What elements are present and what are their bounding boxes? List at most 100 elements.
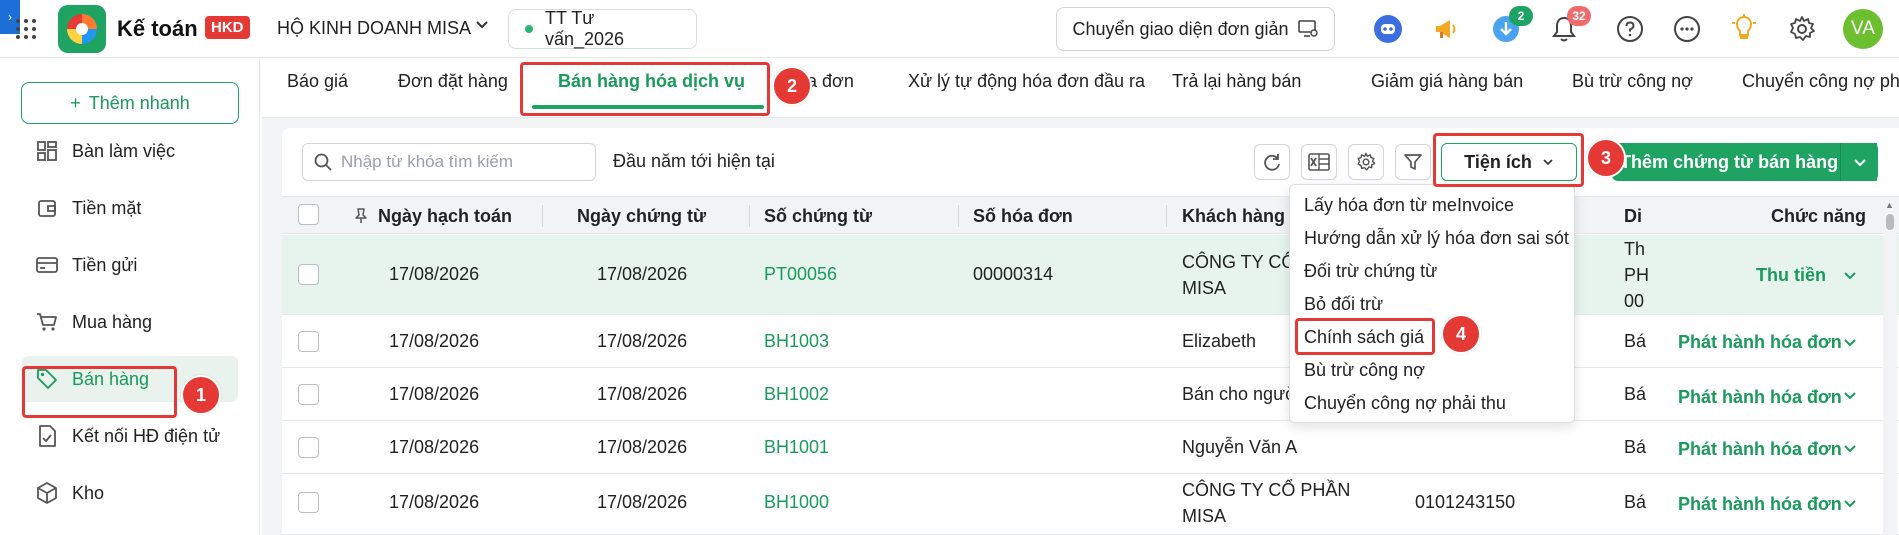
more-icon[interactable] bbox=[1670, 12, 1704, 46]
posting-date-cell: 17/08/2026 bbox=[389, 264, 480, 284]
tab-debt-offset[interactable]: Bù trừ công nợ bbox=[1572, 71, 1693, 92]
select-all-checkbox[interactable] bbox=[298, 204, 319, 225]
callout-step-4: 4 bbox=[1441, 314, 1481, 354]
column-invoice-no[interactable]: Số hóa đơn bbox=[973, 206, 1073, 227]
settings-icon bbox=[1357, 152, 1376, 171]
table-row[interactable]: 17/08/2026 17/08/2026 BH1001 Nguyễn Văn … bbox=[282, 421, 1899, 474]
collect-payment-action[interactable]: Thu tiền bbox=[1756, 265, 1826, 286]
robot-icon[interactable] bbox=[1371, 12, 1405, 46]
bell-icon[interactable]: 32 bbox=[1547, 6, 1591, 46]
chevron-down-icon[interactable] bbox=[1843, 335, 1857, 349]
column-posting-date[interactable]: Ngày hạch toán bbox=[378, 206, 512, 227]
table-row[interactable]: 17/08/2026 17/08/2026 BH1002 Bán cho ngư… bbox=[282, 368, 1899, 421]
filter-button[interactable] bbox=[1395, 144, 1431, 180]
sidebar-item-label: Tiền mặt bbox=[72, 197, 142, 218]
table-row[interactable]: 17/08/2026 17/08/2026 PT00056 00000314 C… bbox=[282, 235, 1899, 315]
chevron-down-icon[interactable] bbox=[1843, 268, 1857, 282]
menu-item-debt-offset[interactable]: Bù trừ công nợ bbox=[1304, 360, 1425, 381]
period-filter[interactable]: Đầu năm tới hiện tại bbox=[613, 151, 775, 172]
column-actions[interactable]: Chức năng bbox=[1771, 206, 1866, 227]
download-icon[interactable]: 2 bbox=[1489, 6, 1533, 46]
callout-highlight-sales bbox=[22, 366, 177, 418]
column-divider[interactable] bbox=[749, 205, 750, 227]
row-checkbox[interactable] bbox=[298, 331, 319, 352]
column-divider[interactable] bbox=[958, 205, 959, 227]
chevron-down-icon[interactable] bbox=[475, 17, 489, 36]
issue-invoice-action[interactable]: Phát hành hóa đơn bbox=[1678, 332, 1842, 353]
tab-sales-order[interactable]: Đơn đặt hàng bbox=[398, 71, 508, 92]
add-sales-voucher-button[interactable]: Thêm chứng từ bán hàng bbox=[1612, 143, 1877, 181]
add-options-button[interactable] bbox=[1840, 143, 1878, 181]
tab-quotation[interactable]: Báo giá bbox=[287, 71, 348, 92]
app-logo[interactable] bbox=[58, 5, 106, 53]
doc-date-cell: 17/08/2026 bbox=[597, 384, 688, 404]
doc-no-link[interactable]: BH1000 bbox=[764, 492, 829, 513]
doc-no-link[interactable]: BH1002 bbox=[764, 384, 829, 405]
sidebar-item-warehouse[interactable]: Kho bbox=[22, 470, 238, 516]
tab-sales-discount[interactable]: Giảm giá hàng bán bbox=[1371, 71, 1523, 92]
search-input[interactable]: Nhập từ khóa tìm kiếm bbox=[302, 143, 596, 181]
posting-date-cell: 17/08/2026 bbox=[389, 331, 480, 351]
quick-add-button[interactable]: + Thêm nhanh bbox=[21, 82, 239, 124]
lightbulb-icon[interactable] bbox=[1727, 12, 1761, 46]
notification-count-badge: 32 bbox=[1567, 6, 1591, 26]
chevron-down-icon[interactable] bbox=[1843, 441, 1857, 455]
sidebar-item-cash[interactable]: Tiền mặt bbox=[22, 185, 238, 231]
tab-auto-invoice[interactable]: Xử lý tự động hóa đơn đầu ra bbox=[908, 71, 1145, 92]
menu-item-get-meinvoice[interactable]: Lấy hóa đơn từ meInvoice bbox=[1304, 195, 1514, 216]
column-divider[interactable] bbox=[1166, 205, 1167, 227]
menu-item-offset-vouchers[interactable]: Đối trừ chứng từ bbox=[1304, 261, 1437, 282]
table-row[interactable]: 17/08/2026 17/08/2026 BH1003 Elizabeth B… bbox=[282, 315, 1899, 368]
sidebar-item-purchase[interactable]: Mua hàng bbox=[22, 299, 238, 345]
issue-invoice-action[interactable]: Phát hành hóa đơn bbox=[1678, 494, 1842, 515]
callout-highlight-price-policy bbox=[1295, 318, 1435, 355]
refresh-button[interactable] bbox=[1254, 144, 1290, 180]
unit-selector[interactable]: TT Tư vấn_2026 bbox=[508, 8, 697, 49]
sidebar-item-dashboard[interactable]: Bàn làm việc bbox=[22, 128, 238, 174]
pin-icon[interactable] bbox=[354, 208, 368, 224]
help-icon[interactable] bbox=[1613, 12, 1647, 46]
menu-item-transfer-receivable[interactable]: Chuyển công nợ phải thu bbox=[1304, 393, 1506, 414]
settings-icon[interactable] bbox=[1785, 12, 1819, 46]
row-checkbox[interactable] bbox=[298, 384, 319, 405]
menu-item-remove-offset[interactable]: Bỏ đối trừ bbox=[1304, 294, 1383, 315]
column-divider[interactable] bbox=[542, 205, 543, 227]
doc-no-link[interactable]: PT00056 bbox=[764, 264, 837, 285]
user-avatar[interactable]: VA bbox=[1843, 9, 1883, 49]
company-selector[interactable]: HỘ KINH DOANH MISA bbox=[277, 18, 471, 39]
table-row[interactable]: 17/08/2026 17/08/2026 BH1000 CÔNG TY CỔ … bbox=[282, 474, 1899, 535]
scrollbar-thumb[interactable] bbox=[1886, 214, 1894, 230]
row-checkbox[interactable] bbox=[298, 437, 319, 458]
doc-date-cell: 17/08/2026 bbox=[597, 437, 688, 457]
menu-item-invoice-error-guide[interactable]: Hướng dẫn xử lý hóa đơn sai sót bbox=[1304, 228, 1569, 249]
tab-invoice[interactable]: a đơn bbox=[807, 71, 854, 92]
tab-debt-transfer[interactable]: Chuyển công nợ ph bbox=[1742, 71, 1899, 92]
column-description[interactable]: Di bbox=[1624, 206, 1642, 227]
apps-grid-icon[interactable] bbox=[16, 19, 36, 39]
megaphone-icon[interactable] bbox=[1429, 12, 1463, 46]
doc-no-link[interactable]: BH1001 bbox=[764, 437, 829, 458]
scroll-up-icon[interactable]: ▲ bbox=[1885, 200, 1895, 210]
doc-no-link[interactable]: BH1003 bbox=[764, 331, 829, 352]
row-checkbox[interactable] bbox=[298, 264, 319, 285]
sidebar-item-einvoice[interactable]: Kết nối HĐ điện tử bbox=[22, 413, 238, 459]
doc-date-cell: 17/08/2026 bbox=[597, 492, 688, 512]
issue-invoice-action[interactable]: Phát hành hóa đơn bbox=[1678, 387, 1842, 408]
column-settings-button[interactable] bbox=[1348, 144, 1384, 180]
search-icon bbox=[314, 153, 332, 171]
chevron-down-icon[interactable] bbox=[1843, 388, 1857, 402]
sidebar-item-deposit[interactable]: Tiền gửi bbox=[22, 242, 238, 288]
simple-ui-button[interactable]: Chuyển giao diện đơn giản bbox=[1056, 7, 1335, 51]
row-checkbox[interactable] bbox=[298, 492, 319, 513]
monitor-settings-icon bbox=[1298, 20, 1319, 37]
quick-add-label: Thêm nhanh bbox=[88, 92, 190, 113]
column-doc-date[interactable]: Ngày chứng từ bbox=[577, 206, 706, 227]
tab-sales-return[interactable]: Trả lại hàng bán bbox=[1172, 71, 1301, 92]
sidebar-item-label: Bàn làm việc bbox=[72, 140, 176, 161]
export-excel-button[interactable] bbox=[1301, 144, 1337, 180]
vertical-scrollbar[interactable] bbox=[1883, 200, 1897, 535]
issue-invoice-action[interactable]: Phát hành hóa đơn bbox=[1678, 439, 1842, 460]
column-doc-no[interactable]: Số chứng từ bbox=[764, 206, 872, 227]
chevron-down-icon[interactable] bbox=[1843, 496, 1857, 510]
column-customer[interactable]: Khách hàng bbox=[1182, 206, 1285, 227]
